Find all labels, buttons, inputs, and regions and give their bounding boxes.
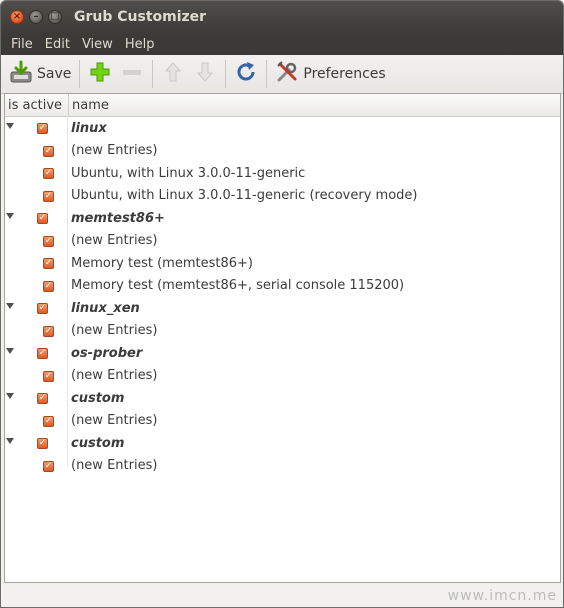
- active-checkbox[interactable]: ✓: [43, 325, 54, 337]
- toolbar: Save Preferences: [1, 55, 563, 94]
- entry-name: linux_xen: [71, 300, 140, 316]
- entry-name: (new Entries): [71, 143, 158, 159]
- preferences-icon: [275, 60, 299, 88]
- entry-name: (new Entries): [71, 233, 158, 249]
- tree-group-row[interactable]: ✓ custom: [5, 432, 560, 455]
- column-header-name[interactable]: name: [69, 94, 109, 116]
- move-down-button[interactable]: [189, 58, 221, 90]
- entry-tree-view[interactable]: is active name ✓ linux ✓ (new Entries) ✓ Ubun…: [4, 93, 561, 583]
- tree-group-row[interactable]: ✓ memtest86+: [5, 207, 560, 230]
- tree-entry-row[interactable]: ✓ (new Entries): [5, 365, 560, 388]
- tree-entry-row[interactable]: ✓ Memory test (memtest86+, serial console…: [5, 275, 560, 298]
- refresh-button[interactable]: [230, 58, 262, 90]
- refresh-icon: [234, 60, 258, 88]
- expander-arrow-icon[interactable]: [6, 303, 14, 309]
- entry-name: (new Entries): [71, 413, 158, 429]
- column-header-is-active[interactable]: is active: [5, 94, 69, 116]
- entry-name: Ubuntu, with Linux 3.0.0-11-generic: [71, 165, 306, 181]
- tree-entry-row[interactable]: ✓ (new Entries): [5, 455, 560, 478]
- entry-name: Ubuntu, with Linux 3.0.0-11-generic (rec…: [71, 188, 418, 204]
- entry-name: custom: [71, 390, 125, 406]
- entry-name: (new Entries): [71, 323, 158, 339]
- add-entry-button[interactable]: [84, 58, 116, 90]
- expander-arrow-icon[interactable]: [6, 393, 14, 399]
- tree-group-row[interactable]: ✓ linux: [5, 117, 560, 140]
- save-label: Save: [37, 66, 72, 82]
- active-checkbox[interactable]: ✓: [37, 303, 48, 314]
- save-button[interactable]: Save: [5, 58, 75, 90]
- active-checkbox[interactable]: ✓: [43, 190, 54, 202]
- close-window-button[interactable]: ×: [10, 10, 24, 24]
- tree-entry-row[interactable]: ✓ (new Entries): [5, 230, 560, 253]
- tree-entry-row[interactable]: ✓ (new Entries): [5, 410, 560, 433]
- active-checkbox[interactable]: ✓: [37, 123, 48, 134]
- tree-entry-row[interactable]: ✓ (new Entries): [5, 320, 560, 343]
- tree-entry-row[interactable]: ✓ Ubuntu, with Linux 3.0.0-11-generic (re…: [5, 185, 560, 208]
- menu-view[interactable]: View: [82, 37, 113, 52]
- entry-name: custom: [71, 435, 125, 451]
- expander-arrow-icon[interactable]: [6, 213, 14, 219]
- minimize-window-button[interactable]: –: [29, 10, 43, 24]
- menu-file[interactable]: File: [11, 37, 33, 52]
- active-checkbox[interactable]: ✓: [37, 393, 48, 404]
- toolbar-separator: [225, 60, 227, 88]
- active-checkbox[interactable]: ✓: [43, 235, 54, 247]
- app-window: × – □ Grub Customizer File Edit View Hel…: [0, 0, 564, 608]
- tree-entry-row[interactable]: ✓ Memory test (memtest86+): [5, 252, 560, 275]
- active-checkbox[interactable]: ✓: [43, 415, 54, 427]
- expander-arrow-icon[interactable]: [6, 123, 14, 129]
- move-down-icon: [193, 60, 217, 88]
- active-checkbox[interactable]: ✓: [43, 370, 54, 382]
- expander-arrow-icon[interactable]: [6, 348, 14, 354]
- active-checkbox[interactable]: ✓: [43, 168, 54, 179]
- preferences-label: Preferences: [303, 66, 386, 82]
- entry-name: (new Entries): [71, 368, 158, 384]
- menu-edit[interactable]: Edit: [45, 37, 70, 52]
- active-checkbox[interactable]: ✓: [37, 348, 48, 359]
- watermark: www.imcn.me: [447, 588, 557, 604]
- column-header: is active name: [5, 94, 560, 117]
- toolbar-separator: [79, 60, 81, 88]
- title-bar: × – □ Grub Customizer: [1, 1, 563, 33]
- move-up-button[interactable]: [157, 58, 189, 90]
- move-up-icon: [161, 60, 185, 88]
- active-checkbox[interactable]: ✓: [37, 438, 48, 449]
- tree-entry-row[interactable]: ✓ (new Entries): [5, 140, 560, 163]
- active-checkbox[interactable]: ✓: [43, 460, 54, 472]
- tree-group-row[interactable]: ✓ custom: [5, 387, 560, 410]
- entry-name: Memory test (memtest86+, serial console …: [71, 278, 405, 294]
- active-checkbox[interactable]: ✓: [43, 280, 54, 292]
- expander-arrow-icon[interactable]: [6, 438, 14, 444]
- remove-icon: [120, 60, 144, 88]
- tree-group-row[interactable]: ✓ linux_xen: [5, 297, 560, 320]
- tree-entry-row[interactable]: ✓ Ubuntu, with Linux 3.0.0-11-generic: [5, 162, 560, 185]
- active-checkbox[interactable]: ✓: [43, 258, 54, 269]
- entry-name: os-prober: [71, 345, 143, 361]
- maximize-window-button[interactable]: □: [48, 10, 62, 24]
- active-checkbox[interactable]: ✓: [37, 213, 48, 224]
- entry-rows: ✓ linux ✓ (new Entries) ✓ Ubuntu, with Linux …: [5, 117, 560, 477]
- active-checkbox[interactable]: ✓: [43, 145, 54, 157]
- add-icon: [88, 60, 112, 88]
- entry-name: (new Entries): [71, 458, 158, 474]
- menu-help[interactable]: Help: [125, 37, 155, 52]
- remove-entry-button[interactable]: [116, 58, 148, 90]
- entry-name: linux: [71, 120, 107, 136]
- entry-name: memtest86+: [71, 210, 165, 226]
- tree-group-row[interactable]: ✓ os-prober: [5, 342, 560, 365]
- entry-name: Memory test (memtest86+): [71, 255, 253, 271]
- menu-bar: File Edit View Help: [1, 33, 563, 55]
- toolbar-separator: [266, 60, 268, 88]
- preferences-button[interactable]: Preferences: [271, 58, 389, 90]
- toolbar-separator: [152, 60, 154, 88]
- window-title: Grub Customizer: [74, 9, 207, 25]
- save-icon: [9, 60, 33, 88]
